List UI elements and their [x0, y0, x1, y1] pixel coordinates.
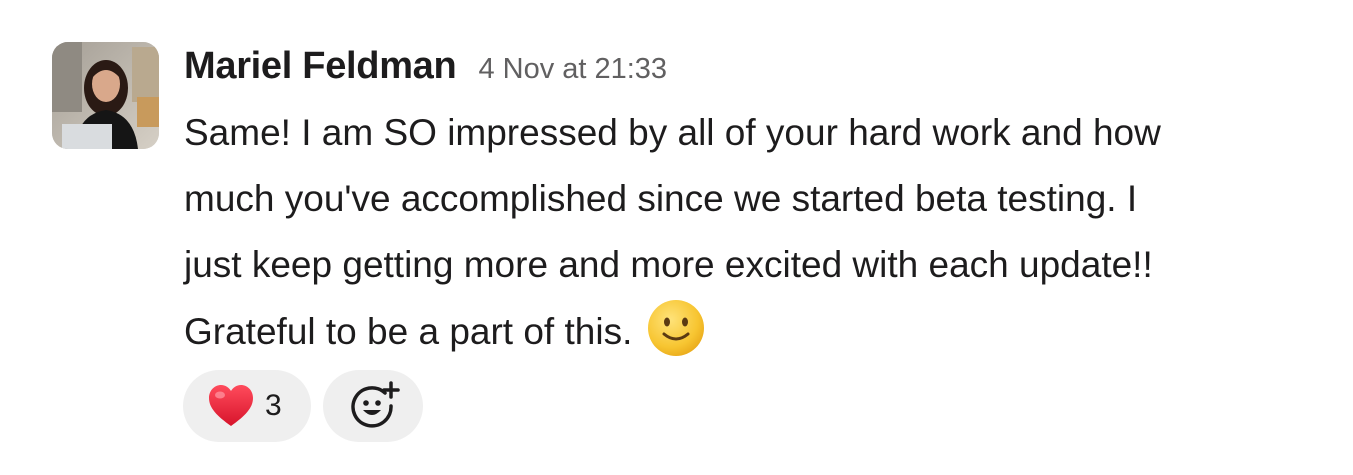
message: Mariel Feldman 4 Nov at 21:33 Same! I am… — [52, 40, 1347, 450]
message-line-text: Grateful to be a part of this. — [184, 311, 633, 352]
sender-name[interactable]: Mariel Feldman — [184, 40, 457, 92]
message-line-last: Grateful to be a part of this. — [184, 298, 1344, 364]
add-reaction-icon — [349, 380, 401, 432]
red-heart-icon — [207, 384, 255, 428]
avatar[interactable] — [52, 42, 159, 149]
message-timestamp[interactable]: 4 Nov at 21:33 — [478, 43, 667, 95]
message-header: Mariel Feldman 4 Nov at 21:33 — [184, 40, 1344, 92]
message-content: Mariel Feldman 4 Nov at 21:33 Same! I am… — [184, 40, 1344, 364]
slightly-smiling-face-icon — [646, 298, 706, 358]
reaction-heart-button[interactable]: 3 — [183, 370, 311, 442]
reaction-count: 3 — [265, 389, 282, 422]
message-line: Same! I am SO impressed by all of your h… — [184, 112, 1161, 153]
message-line: much you've accomplished since we starte… — [184, 178, 1138, 219]
message-body: Same! I am SO impressed by all of your h… — [184, 100, 1344, 364]
reactions-bar: 3 — [183, 370, 423, 442]
message-line: just keep getting more and more excited … — [184, 244, 1153, 285]
add-reaction-button[interactable] — [323, 370, 423, 442]
avatar-photo — [52, 42, 159, 149]
